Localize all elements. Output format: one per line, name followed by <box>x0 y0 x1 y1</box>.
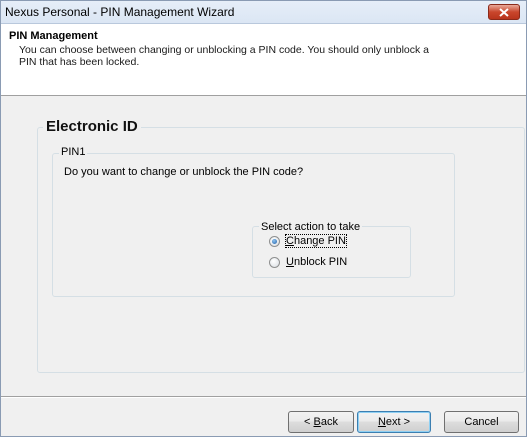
action-group <box>252 226 411 278</box>
wizard-window: Nexus Personal - PIN Management Wizard P… <box>0 0 527 437</box>
header-panel: PIN Management You can choose between ch… <box>1 24 526 96</box>
pin-question-text: Do you want to change or unblock the PIN… <box>64 166 304 178</box>
next-button[interactable]: Next > <box>357 411 431 433</box>
window-title: Nexus Personal - PIN Management Wizard <box>5 5 235 19</box>
change-pin-radio[interactable] <box>269 236 280 247</box>
pin1-legend: PIN1 <box>59 146 88 158</box>
footer-separator-highlight <box>1 397 526 398</box>
electronic-id-legend: Electronic ID <box>43 118 141 135</box>
header-description: You can choose between changing or unblo… <box>19 44 429 68</box>
close-icon <box>499 8 509 17</box>
change-pin-label[interactable]: Change PIN <box>285 234 347 248</box>
unblock-pin-radio[interactable] <box>269 257 280 268</box>
title-bar[interactable]: Nexus Personal - PIN Management Wizard <box>1 1 526 24</box>
back-button[interactable]: < Back <box>288 411 354 433</box>
unblock-pin-label[interactable]: Unblock PIN <box>286 256 347 268</box>
header-title: PIN Management <box>9 30 98 42</box>
cancel-button[interactable]: Cancel <box>444 411 519 433</box>
action-group-legend: Select action to take <box>259 221 363 233</box>
close-button[interactable] <box>488 4 520 20</box>
